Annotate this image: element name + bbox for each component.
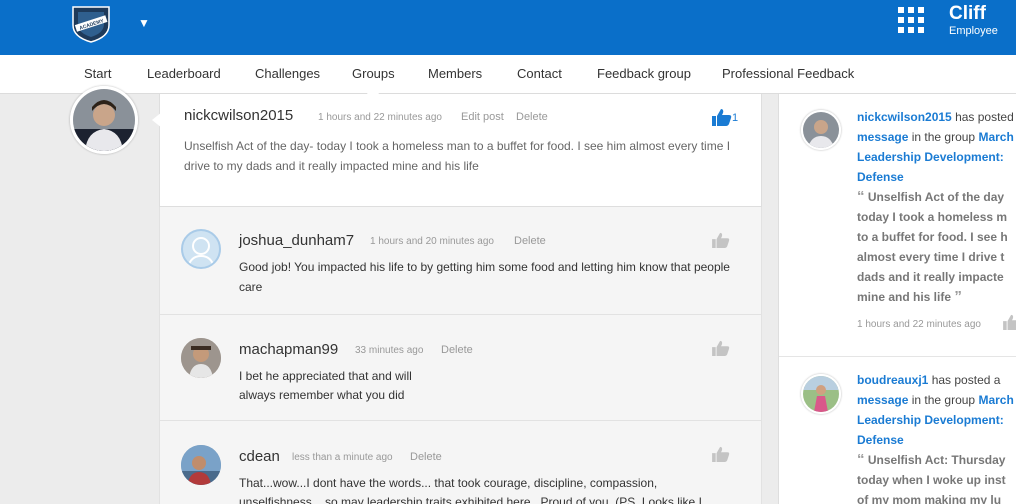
comment-text: Good job! You impacted his life to by ge… [239,260,730,294]
chevron-down-icon[interactable]: ▼ [138,16,150,30]
nav-feedback-group[interactable]: Feedback group [597,66,691,81]
like-thumb-icon[interactable] [712,108,732,126]
nav-start[interactable]: Start [84,66,111,81]
activity-object-link[interactable]: message [857,393,908,407]
post-time: 1 hours and 22 minutes ago [318,112,442,123]
activity-user[interactable]: boudreauxj1 [857,373,928,387]
comment-author[interactable]: cdean [239,448,280,465]
like-count: 1 [732,112,739,124]
open-quote-icon: “ [857,451,865,468]
like-thumb-icon[interactable] [712,446,730,462]
activity-in-group: in the group [911,393,976,407]
comment-text-line2: always remember what you did [239,388,405,402]
activity-group-line3[interactable]: Defense [857,167,1016,187]
nav-groups[interactable]: Groups [352,66,395,81]
delete-comment-link[interactable]: Delete [514,235,546,247]
nav-challenges[interactable]: Challenges [255,66,320,81]
activity-avatar[interactable] [801,110,841,150]
top-header: ACADEMY ▼ Cliff Employee [0,0,1016,55]
main-nav: Start Leaderboard Challenges Groups Memb… [0,55,1016,94]
comment-avatar[interactable] [181,445,221,485]
activity-object-link[interactable]: message [857,130,908,144]
activity-quote-line: Unselfish Act of the day [867,190,1005,204]
comment-author[interactable]: machapman99 [239,341,338,358]
comment-item: machapman99 33 minutes ago Delete I bet … [159,315,762,421]
activity-group-link[interactable]: March [978,393,1013,407]
like-thumb-icon[interactable] [712,232,730,248]
comment-author[interactable]: joshua_dunham7 [239,232,354,249]
activity-sidebar: nickcwilson2015 has posted a message in … [778,94,1016,504]
comment-time: 1 hours and 20 minutes ago [370,236,494,247]
comment-time: less than a minute ago [292,452,393,463]
activity-quote-line: today I took a homeless m [857,210,1008,224]
comment-time: 33 minutes ago [355,345,424,356]
delete-post-link[interactable]: Delete [516,111,548,123]
like-thumb-icon[interactable] [712,340,730,356]
activity-text: nickcwilson2015 has posted a message in … [857,107,1016,335]
activity-time: 1 hours and 22 minutes ago [857,319,981,330]
activity-action: has posted a [931,373,1001,387]
delete-comment-link[interactable]: Delete [441,344,473,356]
activity-quote-line: mine and his life [857,290,952,304]
activity-quote-line: to a buffet for food. I see h [857,230,1008,244]
main-post: nickcwilson2015 1 hours and 22 minutes a… [152,94,762,207]
nav-contact[interactable]: Contact [517,66,562,81]
activity-quote-line: today when I woke up inst [857,473,1006,487]
post-author[interactable]: nickcwilson2015 [184,107,293,124]
like-thumb-icon[interactable] [1003,314,1016,330]
comment-text-line2: unselfishness... so may leadership trait… [239,495,702,504]
comment-avatar[interactable] [181,229,221,269]
activity-action: has posted a [955,110,1016,124]
activity-quote-line: Unselfish Act: Thursday [867,453,1006,467]
close-quote-icon: ” [954,288,962,305]
activity-user[interactable]: nickcwilson2015 [857,110,952,124]
activity-group-link[interactable]: March [978,130,1013,144]
activity-divider [779,356,1016,357]
open-quote-icon: “ [857,188,865,205]
comment-text-line1: That...wow...I dont have the words... th… [239,476,658,490]
activity-in-group: in the group [911,130,976,144]
academy-logo[interactable]: ACADEMY [70,3,112,43]
activity-text: boudreauxj1 has posted a message in the … [857,370,1016,504]
post-feed: nickcwilson2015 1 hours and 22 minutes a… [152,94,762,504]
edit-post-link[interactable]: Edit post [461,111,504,123]
activity-quote-line: almost every time I drive t [857,250,1005,264]
comment-avatar[interactable] [181,338,221,378]
user-role: Employee [949,25,998,37]
post-arrow [152,112,162,128]
apps-grid-icon[interactable] [898,7,924,33]
user-name[interactable]: Cliff [949,3,986,25]
nav-professional-feedback[interactable]: Professional Feedback [722,66,854,81]
activity-group-line3[interactable]: Defense [857,430,1016,450]
comment-item: cdean less than a minute ago Delete That… [159,421,762,504]
activity-group-line2[interactable]: Leadership Development: [857,147,1016,167]
post-author-avatar[interactable] [70,86,138,154]
activity-quote-line: dads and it really impacte [857,270,1004,284]
comment-text-line1: I bet he appreciated that and will [239,369,412,383]
nav-members[interactable]: Members [428,66,482,81]
delete-comment-link[interactable]: Delete [410,451,442,463]
comment-item: joshua_dunham7 1 hours and 20 minutes ag… [159,207,762,315]
activity-group-line2[interactable]: Leadership Development: [857,410,1016,430]
activity-quote-line: of my mom making my lu [857,493,1002,504]
post-text: Unselfish Act of the day- today I took a… [184,139,731,173]
activity-avatar[interactable] [801,374,841,414]
nav-leaderboard[interactable]: Leaderboard [147,66,221,81]
